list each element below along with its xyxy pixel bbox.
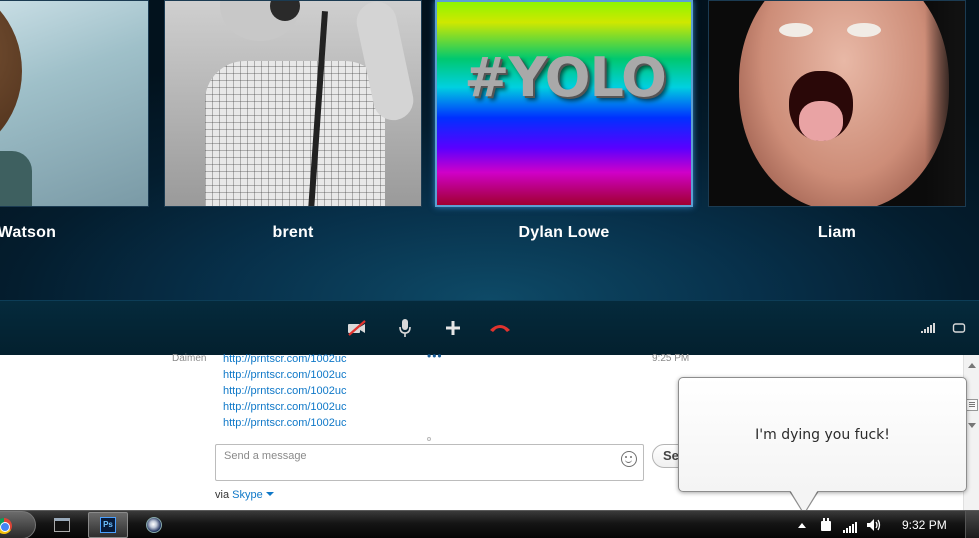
message-sender: Daimen	[172, 353, 207, 364]
chat-link[interactable]: http://prntscr.com/1002uc	[223, 369, 347, 381]
hang-up-icon[interactable]	[488, 317, 512, 339]
via-service: via Skype	[215, 489, 274, 501]
power-icon[interactable]	[820, 518, 832, 537]
more-options-icon[interactable]: •••	[427, 349, 443, 363]
taskbar-app-terminal[interactable]	[42, 512, 82, 538]
service-selector[interactable]: Skype	[232, 489, 274, 501]
participant-name: Dylan Lowe	[518, 224, 610, 241]
photoshop-icon: Ps	[100, 517, 116, 533]
message-timestamp: 9:25 PM	[652, 353, 690, 364]
chat-link[interactable]: http://prntscr.com/1002uc	[223, 353, 347, 365]
skype-window: y Watson brent #YOLO Dylan Lowe Liam	[0, 0, 979, 538]
scroll-thumb[interactable]	[966, 399, 978, 411]
taskbar: Ps 9:32 PM	[0, 510, 979, 538]
cinema4d-icon	[146, 517, 162, 533]
message-input[interactable]: Send a message	[215, 444, 644, 481]
signal-strength-icon[interactable]	[916, 317, 940, 339]
participant-video-y-watson	[0, 0, 149, 207]
start-button[interactable]	[0, 511, 36, 538]
notification-text: I'm dying you fuck!	[755, 426, 890, 443]
volume-icon[interactable]	[866, 518, 882, 537]
chevron-down-icon	[265, 492, 274, 496]
participant-video-brent	[164, 0, 422, 207]
via-prefix: via	[215, 489, 230, 501]
fullscreen-icon[interactable]	[947, 317, 971, 339]
scroll-up-icon[interactable]	[968, 363, 976, 368]
chrome-icon	[0, 518, 12, 534]
service-label: Skype	[232, 489, 263, 501]
taskbar-app-photoshop[interactable]: Ps	[88, 512, 128, 538]
show-hidden-icons-icon[interactable]	[798, 523, 806, 528]
yolo-image-text: #YOLO	[464, 46, 667, 109]
scroll-down-icon[interactable]	[968, 423, 976, 428]
show-desktop-button[interactable]	[965, 511, 979, 538]
chat-link[interactable]: http://prntscr.com/1002uc	[223, 385, 347, 397]
participant-name: brent	[272, 224, 314, 241]
add-icon[interactable]	[441, 317, 465, 339]
video-call-stage: y Watson brent #YOLO Dylan Lowe Liam	[0, 0, 979, 300]
participant-video-dylan-lowe: #YOLO	[435, 0, 693, 207]
resize-handle[interactable]	[427, 437, 431, 441]
participant-video-liam	[708, 0, 966, 207]
chat-link[interactable]: http://prntscr.com/1002uc	[223, 401, 347, 413]
system-clock[interactable]: 9:32 PM	[902, 518, 947, 532]
participant-name: Liam	[817, 224, 857, 241]
network-icon[interactable]	[843, 520, 859, 538]
video-off-icon[interactable]	[345, 317, 369, 339]
terminal-icon	[54, 518, 70, 532]
notification-popup[interactable]: I'm dying you fuck!	[678, 377, 967, 492]
taskbar-app-cinema4d[interactable]	[134, 512, 174, 538]
chat-link[interactable]: http://prntscr.com/1002uc	[223, 417, 347, 429]
participant-name: y Watson	[0, 224, 57, 241]
call-controls-bar	[0, 300, 979, 355]
microphone-icon[interactable]	[393, 317, 417, 339]
emoticon-icon[interactable]	[621, 451, 637, 467]
